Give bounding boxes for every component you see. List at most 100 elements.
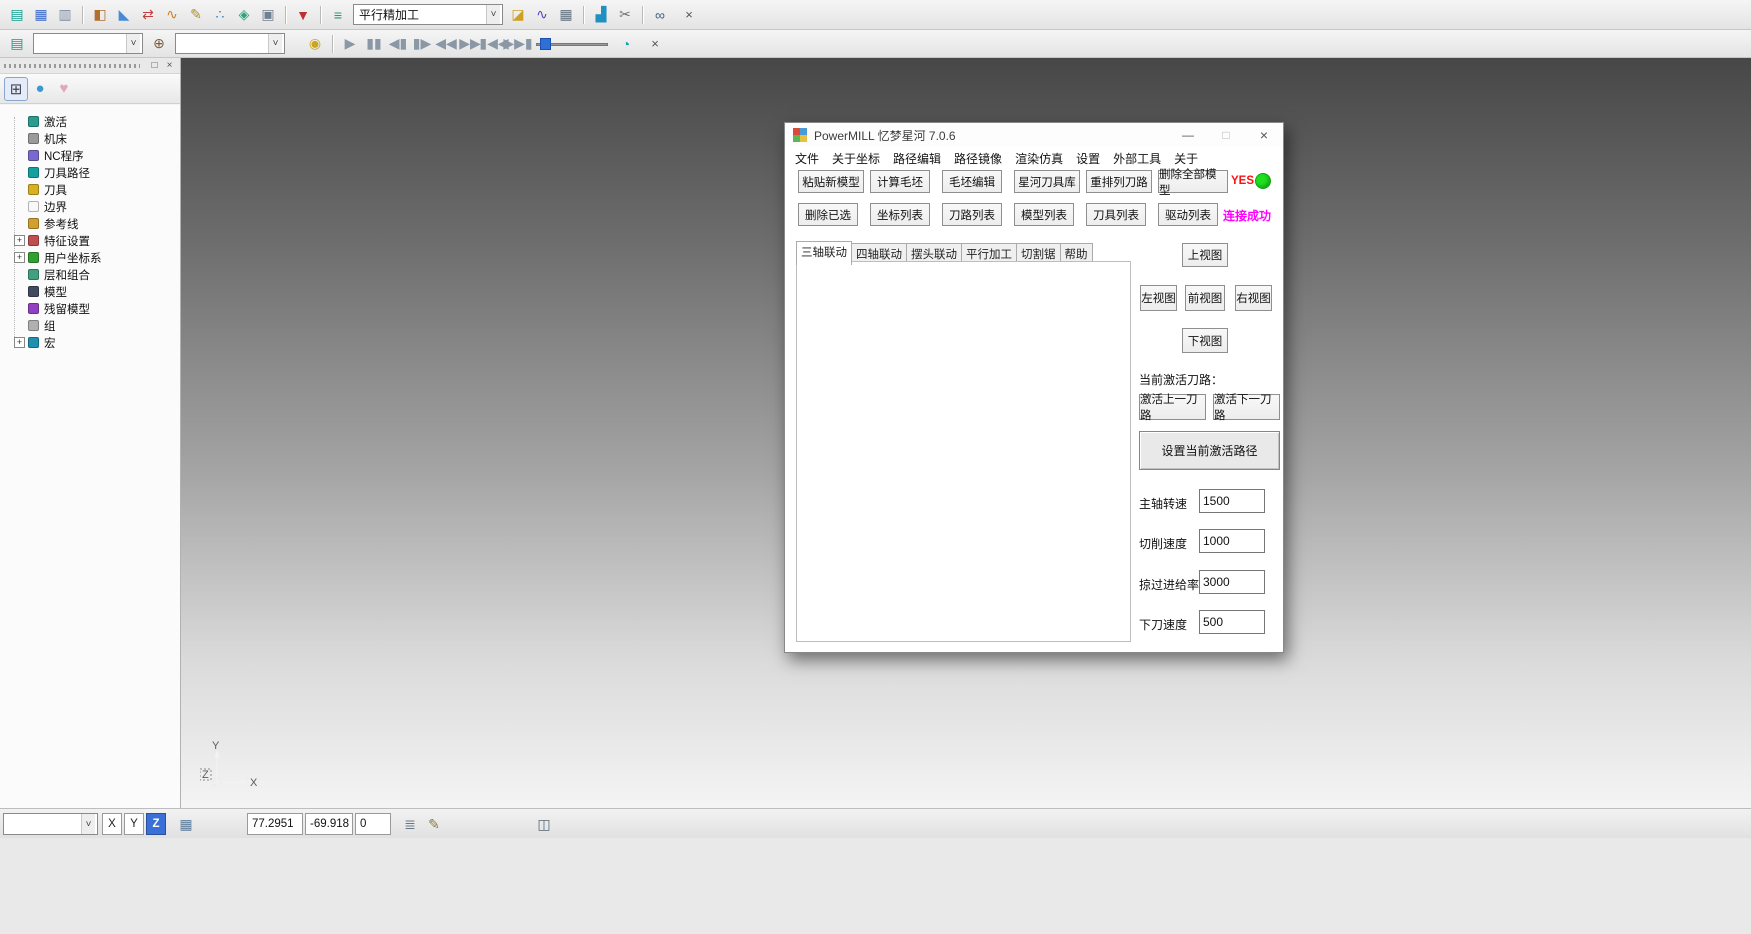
spindle-speed-input[interactable]: [1199, 489, 1265, 513]
chart-icon[interactable]: ▟: [589, 4, 613, 26]
panel-close-icon[interactable]: ×: [163, 59, 176, 72]
minimize-button[interactable]: —: [1169, 123, 1207, 147]
panel-float-icon[interactable]: □: [148, 59, 161, 72]
expand-plus-icon[interactable]: +: [14, 337, 25, 348]
plane-icon[interactable]: ◣: [112, 4, 136, 26]
list-icon[interactable]: ≣: [398, 813, 422, 835]
binoculars-icon[interactable]: ∞: [648, 4, 672, 26]
step-forward-icon[interactable]: ▮▶: [410, 33, 434, 55]
pause-icon[interactable]: ▮▮: [362, 33, 386, 55]
panel-grip[interactable]: □ ×: [0, 58, 180, 74]
go-end-icon[interactable]: ▶▶▮: [506, 33, 530, 55]
globe-icon[interactable]: ●: [28, 77, 52, 101]
simulation-clock-icon[interactable]: ◔: [614, 33, 638, 55]
tab-3axis[interactable]: 三轴联动: [796, 241, 852, 265]
curve-icon[interactable]: ∿: [160, 4, 184, 26]
menu-settings[interactable]: 设置: [1076, 150, 1100, 167]
drag-handle-icon[interactable]: [4, 64, 140, 68]
menu-path-edit[interactable]: 路径编辑: [893, 150, 941, 167]
close-button[interactable]: ×: [1245, 123, 1283, 147]
tree-item-toolpaths[interactable]: 刀具路径: [10, 164, 180, 181]
draw-icon[interactable]: ✎: [184, 4, 208, 26]
explorer-tree-icon[interactable]: ⊞: [4, 77, 28, 101]
block-icon[interactable]: ◧: [88, 4, 112, 26]
rewind-icon[interactable]: ◀◀: [434, 33, 458, 55]
play-icon[interactable]: ▶: [338, 33, 362, 55]
status-dropdown[interactable]: ˅: [3, 813, 98, 835]
print-icon[interactable]: ▥: [53, 4, 77, 26]
set-active-path-button[interactable]: 设置当前激活路径: [1139, 431, 1280, 470]
tree-item-levels-and-sets[interactable]: 层和组合: [10, 266, 180, 283]
calculator-icon[interactable]: ▦: [554, 4, 578, 26]
tool-library-button[interactable]: 星河刀具库: [1014, 170, 1080, 193]
top-view-button[interactable]: 上视图: [1182, 243, 1228, 267]
block-edit-button[interactable]: 毛坯编辑: [942, 170, 1002, 193]
lightbulb-icon[interactable]: ◉: [303, 33, 327, 55]
tool-select-dropdown[interactable]: ˅: [175, 33, 285, 54]
expand-plus-icon[interactable]: +: [14, 235, 25, 246]
save-icon[interactable]: ▦: [29, 4, 53, 26]
pages-icon[interactable]: ◫: [532, 813, 556, 835]
pattern-icon[interactable]: ◈: [232, 4, 256, 26]
tree-item-feature-sets[interactable]: +特征设置: [10, 232, 180, 249]
activate-next-toolpath-button[interactable]: 激活下一刀路: [1213, 394, 1280, 420]
menu-path-mirror[interactable]: 路径镜像: [954, 150, 1002, 167]
menu-about[interactable]: 关于: [1174, 150, 1198, 167]
delete-selected-button[interactable]: 删除已选: [798, 203, 858, 226]
tool-select-icon[interactable]: ⊕: [147, 33, 171, 55]
coordinate-x-field[interactable]: 77.2951: [247, 813, 303, 835]
menu-workplane[interactable]: 关于坐标: [832, 150, 880, 167]
dialog-title-bar[interactable]: PowerMILL 忆梦星河 7.0.6 — □ ×: [785, 123, 1283, 147]
strategy-icon[interactable]: ≡: [326, 4, 350, 26]
slider-handle[interactable]: [540, 38, 551, 50]
model-layers-icon[interactable]: ▤: [5, 4, 29, 26]
tree-item-patterns[interactable]: 参考线: [10, 215, 180, 232]
tool-icon[interactable]: ▼: [291, 4, 315, 26]
tree-item-macros[interactable]: +宏: [10, 334, 180, 351]
tree-item-workplanes[interactable]: +用户坐标系: [10, 249, 180, 266]
tree-item-boundaries[interactable]: 边界: [10, 198, 180, 215]
tree-item-nc-programs[interactable]: NC程序: [10, 147, 180, 164]
toolbar-close-icon[interactable]: ×: [646, 35, 664, 53]
left-view-button[interactable]: 左视图: [1140, 285, 1177, 311]
menu-file[interactable]: 文件: [795, 150, 819, 167]
favorites-heart-icon[interactable]: ♥: [52, 77, 76, 101]
toolpath-select-dropdown[interactable]: ˅: [33, 33, 143, 54]
coordinate-y-field[interactable]: -69.918: [305, 813, 353, 835]
tree-item-active[interactable]: 激活: [10, 113, 180, 130]
calc-block-button[interactable]: 计算毛坯: [870, 170, 930, 193]
activate-prev-toolpath-button[interactable]: 激活上一刀路: [1139, 394, 1206, 420]
annotate-cursor-icon[interactable]: ✎: [422, 813, 446, 835]
workplane-list-button[interactable]: 坐标列表: [870, 203, 930, 226]
menu-render-sim[interactable]: 渲染仿真: [1015, 150, 1063, 167]
points-icon[interactable]: ∴: [208, 4, 232, 26]
menu-external-tools[interactable]: 外部工具: [1113, 150, 1161, 167]
copy-icon[interactable]: ▣: [256, 4, 280, 26]
transform-icon[interactable]: ⇄: [136, 4, 160, 26]
delete-all-models-button[interactable]: 删除全部模型: [1158, 170, 1228, 193]
axis-y-button[interactable]: Y: [124, 813, 144, 835]
plunge-feed-input[interactable]: [1199, 610, 1265, 634]
graph-icon[interactable]: ∿: [530, 4, 554, 26]
paste-new-model-button[interactable]: 粘贴新模型: [798, 170, 864, 193]
expand-plus-icon[interactable]: +: [14, 252, 25, 263]
front-view-button[interactable]: 前视图: [1185, 285, 1225, 311]
simulation-speed-slider[interactable]: [536, 36, 608, 52]
axis-z-button[interactable]: Z: [146, 813, 166, 835]
step-back-icon[interactable]: ◀▮: [386, 33, 410, 55]
scissors-icon[interactable]: ✂: [613, 4, 637, 26]
right-view-button[interactable]: 右视图: [1235, 285, 1272, 311]
tree-item-tools[interactable]: 刀具: [10, 181, 180, 198]
model-list-button[interactable]: 模型列表: [1014, 203, 1074, 226]
tree-item-models[interactable]: 模型: [10, 283, 180, 300]
maximize-button[interactable]: □: [1207, 123, 1245, 147]
tree-item-machine-tool[interactable]: 机床: [10, 130, 180, 147]
toolbox-icon[interactable]: ◪: [506, 4, 530, 26]
grid-icon[interactable]: ▦: [174, 813, 198, 835]
layers-icon[interactable]: ▤: [5, 33, 29, 55]
tree-item-stock-models[interactable]: 残留模型: [10, 300, 180, 317]
cutting-feed-input[interactable]: [1199, 529, 1265, 553]
toolbar-close-icon[interactable]: ×: [680, 6, 698, 24]
reorder-toolpaths-button[interactable]: 重排列刀路: [1086, 170, 1152, 193]
drive-list-button[interactable]: 驱动列表: [1158, 203, 1218, 226]
